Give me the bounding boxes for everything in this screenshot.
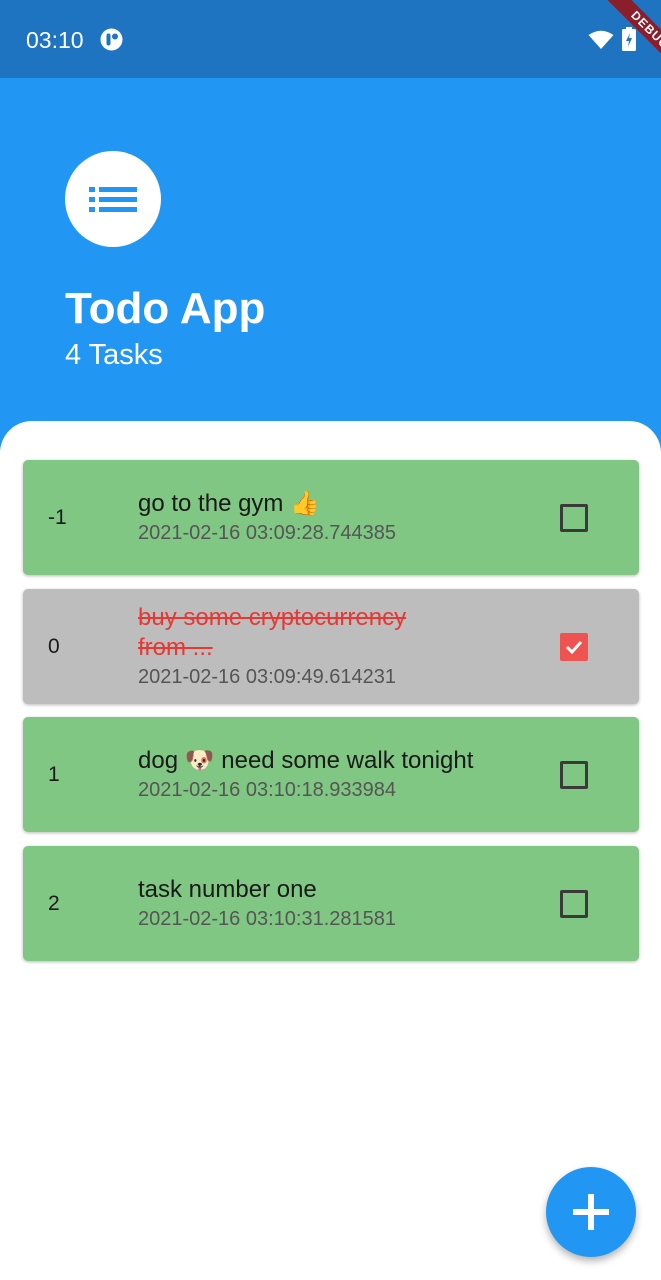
task-timestamp: 2021-02-16 03:09:28.744385 [138, 521, 397, 544]
task-index: 1 [48, 762, 60, 786]
task-item[interactable]: 0 buy some cryptocurrency from ... 2021-… [23, 589, 639, 704]
header: Todo App 4 Tasks [0, 78, 661, 458]
task-body: dog 🐶 need some walk tonight 2021-02-16 … [138, 717, 538, 832]
task-item[interactable]: 2 task number one 2021-02-16 03:10:31.28… [23, 846, 639, 961]
task-index: 0 [48, 634, 60, 658]
status-bar: 03:10 DEBUG [0, 0, 661, 83]
task-title: task number one [138, 875, 317, 903]
add-task-button[interactable] [546, 1167, 636, 1257]
plus-icon [573, 1194, 609, 1230]
task-timestamp: 2021-02-16 03:10:18.933984 [138, 778, 397, 801]
task-checkbox[interactable] [560, 890, 588, 918]
task-index: -1 [48, 505, 67, 529]
task-item[interactable]: 1 dog 🐶 need some walk tonight 2021-02-1… [23, 717, 639, 832]
task-timestamp: 2021-02-16 03:09:49.614231 [138, 665, 397, 688]
debug-banner: DEBUG [571, 0, 661, 90]
task-timestamp: 2021-02-16 03:10:31.281581 [138, 907, 397, 930]
app-notification-icon [100, 28, 123, 51]
task-checkbox[interactable] [560, 504, 588, 532]
check-icon [565, 640, 583, 655]
task-index: 2 [48, 891, 60, 915]
task-item[interactable]: -1 go to the gym 👍 2021-02-16 03:09:28.7… [23, 460, 639, 575]
task-title: dog 🐶 need some walk tonight [138, 746, 474, 774]
task-checkbox[interactable] [560, 761, 588, 789]
task-title: buy some cryptocurrency from ... [138, 603, 407, 661]
task-body: buy some cryptocurrency from ... 2021-02… [138, 589, 538, 704]
list-icon [89, 187, 137, 212]
page-title: Todo App [65, 284, 266, 333]
task-body: go to the gym 👍 2021-02-16 03:09:28.7443… [138, 460, 538, 575]
task-title: go to the gym 👍 [138, 489, 320, 517]
debug-label: DEBUG [598, 0, 661, 83]
task-checkbox[interactable] [560, 633, 588, 661]
status-time: 03:10 [26, 27, 84, 53]
task-body: task number one 2021-02-16 03:10:31.2815… [138, 846, 538, 961]
header-avatar [65, 151, 161, 247]
task-count: 4 Tasks [65, 339, 163, 371]
task-list-panel: -1 go to the gym 👍 2021-02-16 03:09:28.7… [0, 421, 661, 1280]
